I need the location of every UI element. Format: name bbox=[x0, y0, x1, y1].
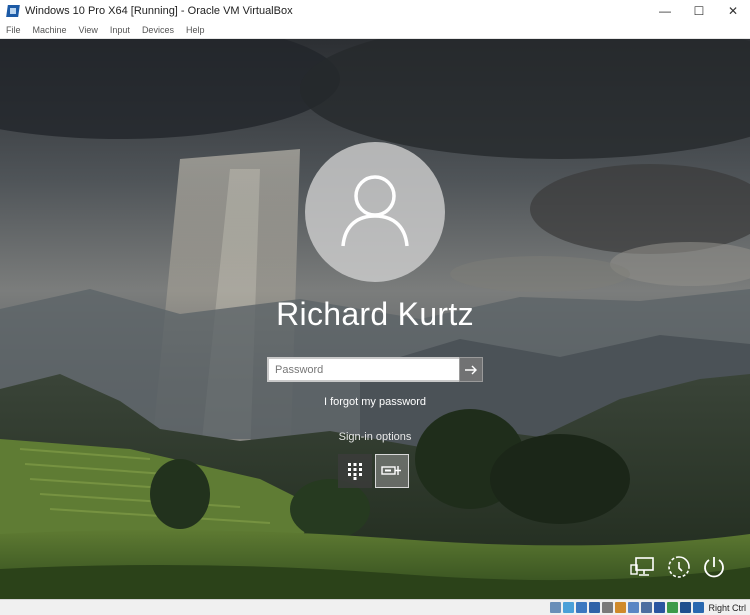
arrow-right-icon bbox=[465, 365, 477, 374]
vm-status-bar: Right Ctrl bbox=[0, 599, 750, 615]
menu-file[interactable]: File bbox=[0, 22, 27, 39]
ease-of-access-icon bbox=[668, 556, 690, 578]
password-field-group bbox=[267, 357, 483, 382]
display-icon[interactable] bbox=[628, 602, 640, 613]
window-title: Windows 10 Pro X64 [Running] - Oracle VM… bbox=[25, 5, 293, 17]
network-icon bbox=[630, 557, 654, 576]
hard-disk-icon[interactable] bbox=[550, 602, 562, 613]
user-silhouette-icon bbox=[341, 175, 409, 247]
window-titlebar: Windows 10 Pro X64 [Running] - Oracle VM… bbox=[0, 0, 750, 22]
user-avatar bbox=[305, 142, 445, 282]
power-icon bbox=[704, 557, 724, 578]
password-signin-option[interactable] bbox=[375, 454, 409, 488]
submit-button[interactable] bbox=[459, 357, 483, 382]
virtualbox-app-icon bbox=[6, 4, 20, 18]
cpu-icon[interactable] bbox=[654, 602, 666, 613]
close-button[interactable]: ✕ bbox=[716, 0, 750, 22]
audio-icon[interactable] bbox=[576, 602, 588, 613]
host-key-label: Right Ctrl bbox=[708, 602, 746, 613]
ease-of-access-button[interactable] bbox=[664, 552, 694, 582]
network-button[interactable] bbox=[628, 552, 658, 582]
mouse-integration-icon[interactable] bbox=[680, 602, 692, 613]
menu-help[interactable]: Help bbox=[180, 22, 211, 39]
forgot-password-link[interactable]: I forgot my password bbox=[0, 396, 750, 408]
virtualization-icon[interactable] bbox=[667, 602, 679, 613]
usb-icon[interactable] bbox=[602, 602, 614, 613]
power-button[interactable] bbox=[699, 552, 729, 582]
menu-devices[interactable]: Devices bbox=[136, 22, 180, 39]
maximize-button[interactable]: ☐ bbox=[682, 0, 716, 22]
menu-input[interactable]: Input bbox=[104, 22, 136, 39]
minimize-button[interactable]: — bbox=[648, 0, 682, 22]
network-adapter-icon[interactable] bbox=[589, 602, 601, 613]
menu-view[interactable]: View bbox=[73, 22, 104, 39]
menu-bar: File Machine View Input Devices Help bbox=[0, 22, 750, 39]
password-input[interactable] bbox=[267, 357, 459, 382]
pin-signin-option[interactable] bbox=[338, 454, 372, 488]
signin-options-label[interactable]: Sign-in options bbox=[0, 431, 750, 443]
security-key-icon bbox=[381, 466, 401, 475]
keypad-icon bbox=[348, 463, 362, 480]
shared-folders-icon[interactable] bbox=[615, 602, 627, 613]
user-name: Richard Kurtz bbox=[276, 296, 474, 332]
optical-drive-icon[interactable] bbox=[563, 602, 575, 613]
keyboard-capture-icon[interactable] bbox=[693, 602, 705, 613]
menu-machine[interactable]: Machine bbox=[27, 22, 73, 39]
video-capture-icon[interactable] bbox=[641, 602, 653, 613]
vm-screen[interactable]: Richard Kurtz I forgot my password Sign-… bbox=[0, 39, 750, 599]
window-controls: — ☐ ✕ bbox=[648, 0, 750, 22]
